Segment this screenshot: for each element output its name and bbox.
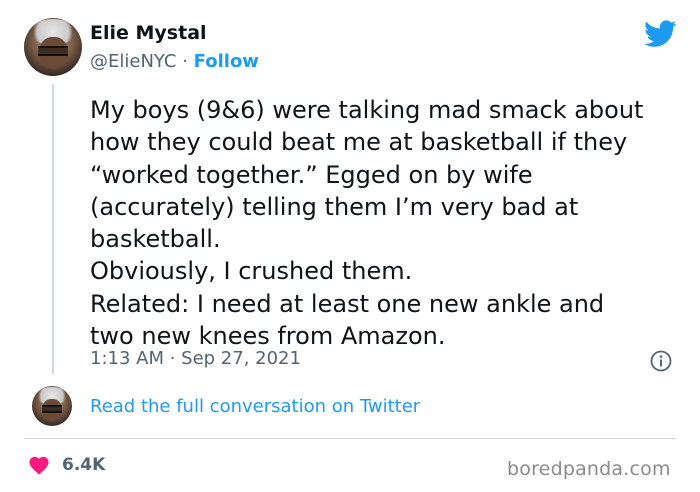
thread-line bbox=[52, 84, 54, 374]
tweet-text: My boys (9&6) were talking mad smack abo… bbox=[90, 96, 644, 351]
handle-separator: · bbox=[176, 51, 194, 72]
read-conversation-link[interactable]: Read the full conversation on Twitter bbox=[90, 396, 420, 417]
heart-icon[interactable] bbox=[28, 455, 50, 475]
avatar-glasses bbox=[37, 45, 69, 56]
watermark: boredpanda.com bbox=[507, 458, 671, 480]
like-count: 6.4K bbox=[62, 455, 106, 475]
divider bbox=[24, 438, 676, 439]
author-avatar[interactable] bbox=[24, 18, 82, 76]
info-icon[interactable] bbox=[650, 350, 672, 372]
conversation-avatar[interactable] bbox=[32, 386, 72, 426]
avatar-glasses bbox=[41, 405, 63, 414]
author-handle[interactable]: @ElieNYC bbox=[90, 51, 177, 72]
twitter-bird-icon[interactable] bbox=[644, 20, 677, 48]
tweet-timestamp[interactable]: 1:13 AM · Sep 27, 2021 bbox=[90, 348, 301, 369]
author-name[interactable]: Elie Mystal bbox=[90, 22, 207, 44]
author-handle-row: @ElieNYC · Follow bbox=[90, 51, 259, 72]
follow-button[interactable]: Follow bbox=[194, 51, 259, 72]
